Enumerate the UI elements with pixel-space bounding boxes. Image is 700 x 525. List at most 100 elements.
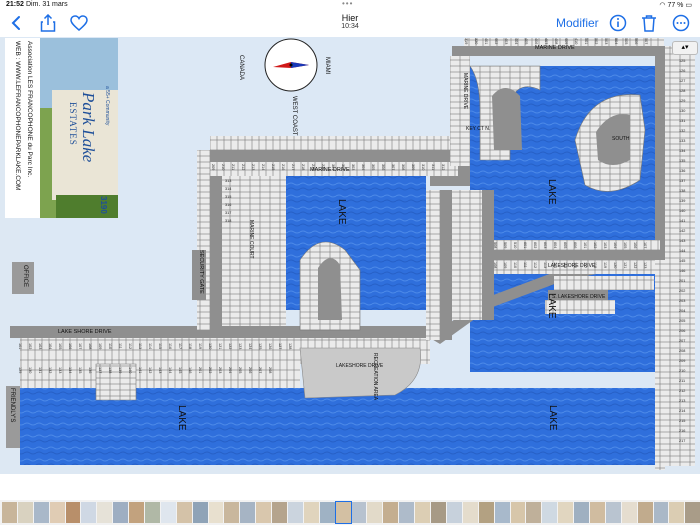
photo-thumbnail[interactable] [160, 502, 176, 523]
lot-number: 106 [68, 343, 72, 350]
lot-number: 107 [78, 343, 82, 350]
lot-number: 409 [564, 38, 568, 45]
lot-number: 144 [168, 367, 172, 374]
photo-thumbnail[interactable] [17, 502, 33, 523]
lot-number: 126 [268, 343, 272, 350]
photo-thumbnail[interactable] [97, 502, 113, 523]
lot-number: 503 [604, 38, 608, 45]
lot-number: 112 [128, 343, 132, 350]
status-date: Dim. 31 mars [26, 1, 68, 8]
photo-thumbnail[interactable] [224, 502, 240, 523]
photo-thumbnail[interactable] [256, 502, 272, 523]
photo-thumbnail[interactable] [49, 502, 65, 523]
photo-thumbnail[interactable] [2, 502, 17, 523]
thumbnail-strip[interactable] [0, 500, 700, 525]
photo-thumbnail[interactable] [319, 502, 335, 523]
photo-thumbnail[interactable] [574, 502, 589, 523]
lot-number: 105 [623, 242, 627, 249]
photo-thumbnail[interactable] [33, 502, 49, 523]
lot-number: 110 [513, 262, 517, 269]
lot-number: 209 [679, 359, 686, 363]
lot-number: 130 [28, 367, 32, 374]
photo-thumbnail[interactable] [637, 502, 653, 523]
lot-number: 116 [573, 262, 577, 269]
back-chevron-icon[interactable] [6, 13, 26, 33]
photo-thumbnail[interactable] [288, 502, 303, 523]
wifi-icon: ◠ [659, 2, 666, 9]
lot-number: 105 [58, 343, 62, 350]
photo-thumbnail[interactable] [589, 502, 605, 523]
lot-number: 202 [679, 289, 686, 293]
lot-number: 408 [554, 38, 558, 45]
map-labels: Park Lake ESTATES a 55+ Community 3190 A… [0, 37, 700, 474]
share-icon[interactable] [38, 13, 58, 33]
photo-thumbnail[interactable] [462, 502, 478, 523]
trash-icon[interactable] [639, 13, 659, 33]
photo-thumbnail[interactable] [208, 502, 224, 523]
lot-number: 501 [584, 38, 588, 45]
photo-thumbnail[interactable] [605, 502, 621, 523]
photo-thumbnail[interactable] [446, 502, 462, 523]
photo-thumbnail[interactable] [129, 502, 145, 523]
more-icon[interactable] [671, 13, 691, 33]
photo-thumbnail[interactable] [685, 502, 700, 523]
photo-thumbnail[interactable] [510, 502, 526, 523]
lot-number: 207 [258, 367, 262, 374]
lot-number: 215 [271, 164, 275, 171]
lot-number: 107 [643, 242, 647, 249]
lot-number: 119 [198, 343, 202, 350]
photo-thumbnail[interactable] [558, 502, 574, 523]
lot-number: 136 [88, 367, 92, 374]
lot-number: 208 [268, 367, 272, 374]
photo-thumbnail[interactable] [653, 502, 669, 523]
photo-thumbnail[interactable] [399, 502, 415, 523]
photo-thumbnail[interactable] [351, 502, 367, 523]
photo-thumbnail[interactable] [65, 502, 81, 523]
security-gate-label: SECURITY GATE [198, 250, 204, 294]
lot-number: 217 [679, 439, 686, 443]
lot-number: 605 [563, 242, 567, 249]
lot-number: 305 [371, 164, 375, 171]
photo-thumbnail[interactable] [478, 502, 494, 523]
multitask-dots[interactable]: ••• [342, 0, 353, 8]
photo-thumbnail[interactable] [303, 502, 319, 523]
photo-thumbnail[interactable] [526, 502, 542, 523]
photo-thumbnail[interactable] [192, 502, 208, 523]
photo-thumbnail[interactable] [542, 502, 558, 523]
lot-number: 120 [613, 262, 617, 269]
lot-number: 102 [28, 343, 32, 350]
photo-thumbnail[interactable] [383, 502, 399, 523]
heart-icon[interactable] [69, 13, 89, 33]
viewer-options-button[interactable]: ▴▾ [672, 41, 698, 55]
photo-thumbnail[interactable] [334, 501, 352, 524]
lot-number: 127 [679, 79, 686, 83]
lake-label-east: LAKE [546, 293, 557, 319]
photo-thumbnail[interactable] [669, 502, 685, 523]
lot-number: 128 [679, 89, 686, 93]
marine-drive-vertical-label: MARINE DRIVE [462, 73, 468, 110]
photo-thumbnail[interactable] [272, 502, 288, 523]
photo-thumbnail[interactable] [81, 502, 97, 523]
lot-number: 141 [138, 367, 142, 374]
lot-number: 103 [38, 343, 42, 350]
photo-thumbnail[interactable] [176, 502, 192, 523]
lot-number: 211 [231, 164, 235, 171]
lot-number: 213 [679, 399, 686, 403]
photo-thumbnail[interactable] [415, 502, 431, 523]
lot-number: 205 [679, 319, 686, 323]
photo-thumbnail[interactable] [145, 502, 160, 523]
photo-thumbnail[interactable] [621, 502, 637, 523]
photo-thumbnail[interactable] [240, 502, 256, 523]
photo-thumbnail[interactable] [494, 502, 510, 523]
lot-number: 138 [679, 189, 686, 193]
lot-number: 135 [78, 367, 82, 374]
photo-viewer[interactable]: Park Lake ESTATES a 55+ Community 3190 A… [0, 37, 700, 474]
info-icon[interactable] [608, 13, 628, 33]
edit-button[interactable]: Modifier [556, 16, 599, 30]
lot-number: 125 [258, 343, 262, 350]
photo-thumbnail[interactable] [113, 502, 129, 523]
lot-number: 118 [593, 262, 597, 269]
photo-thumbnail[interactable] [367, 502, 383, 523]
photo-thumbnail[interactable] [431, 502, 446, 523]
status-time: 21:52 [6, 1, 24, 8]
